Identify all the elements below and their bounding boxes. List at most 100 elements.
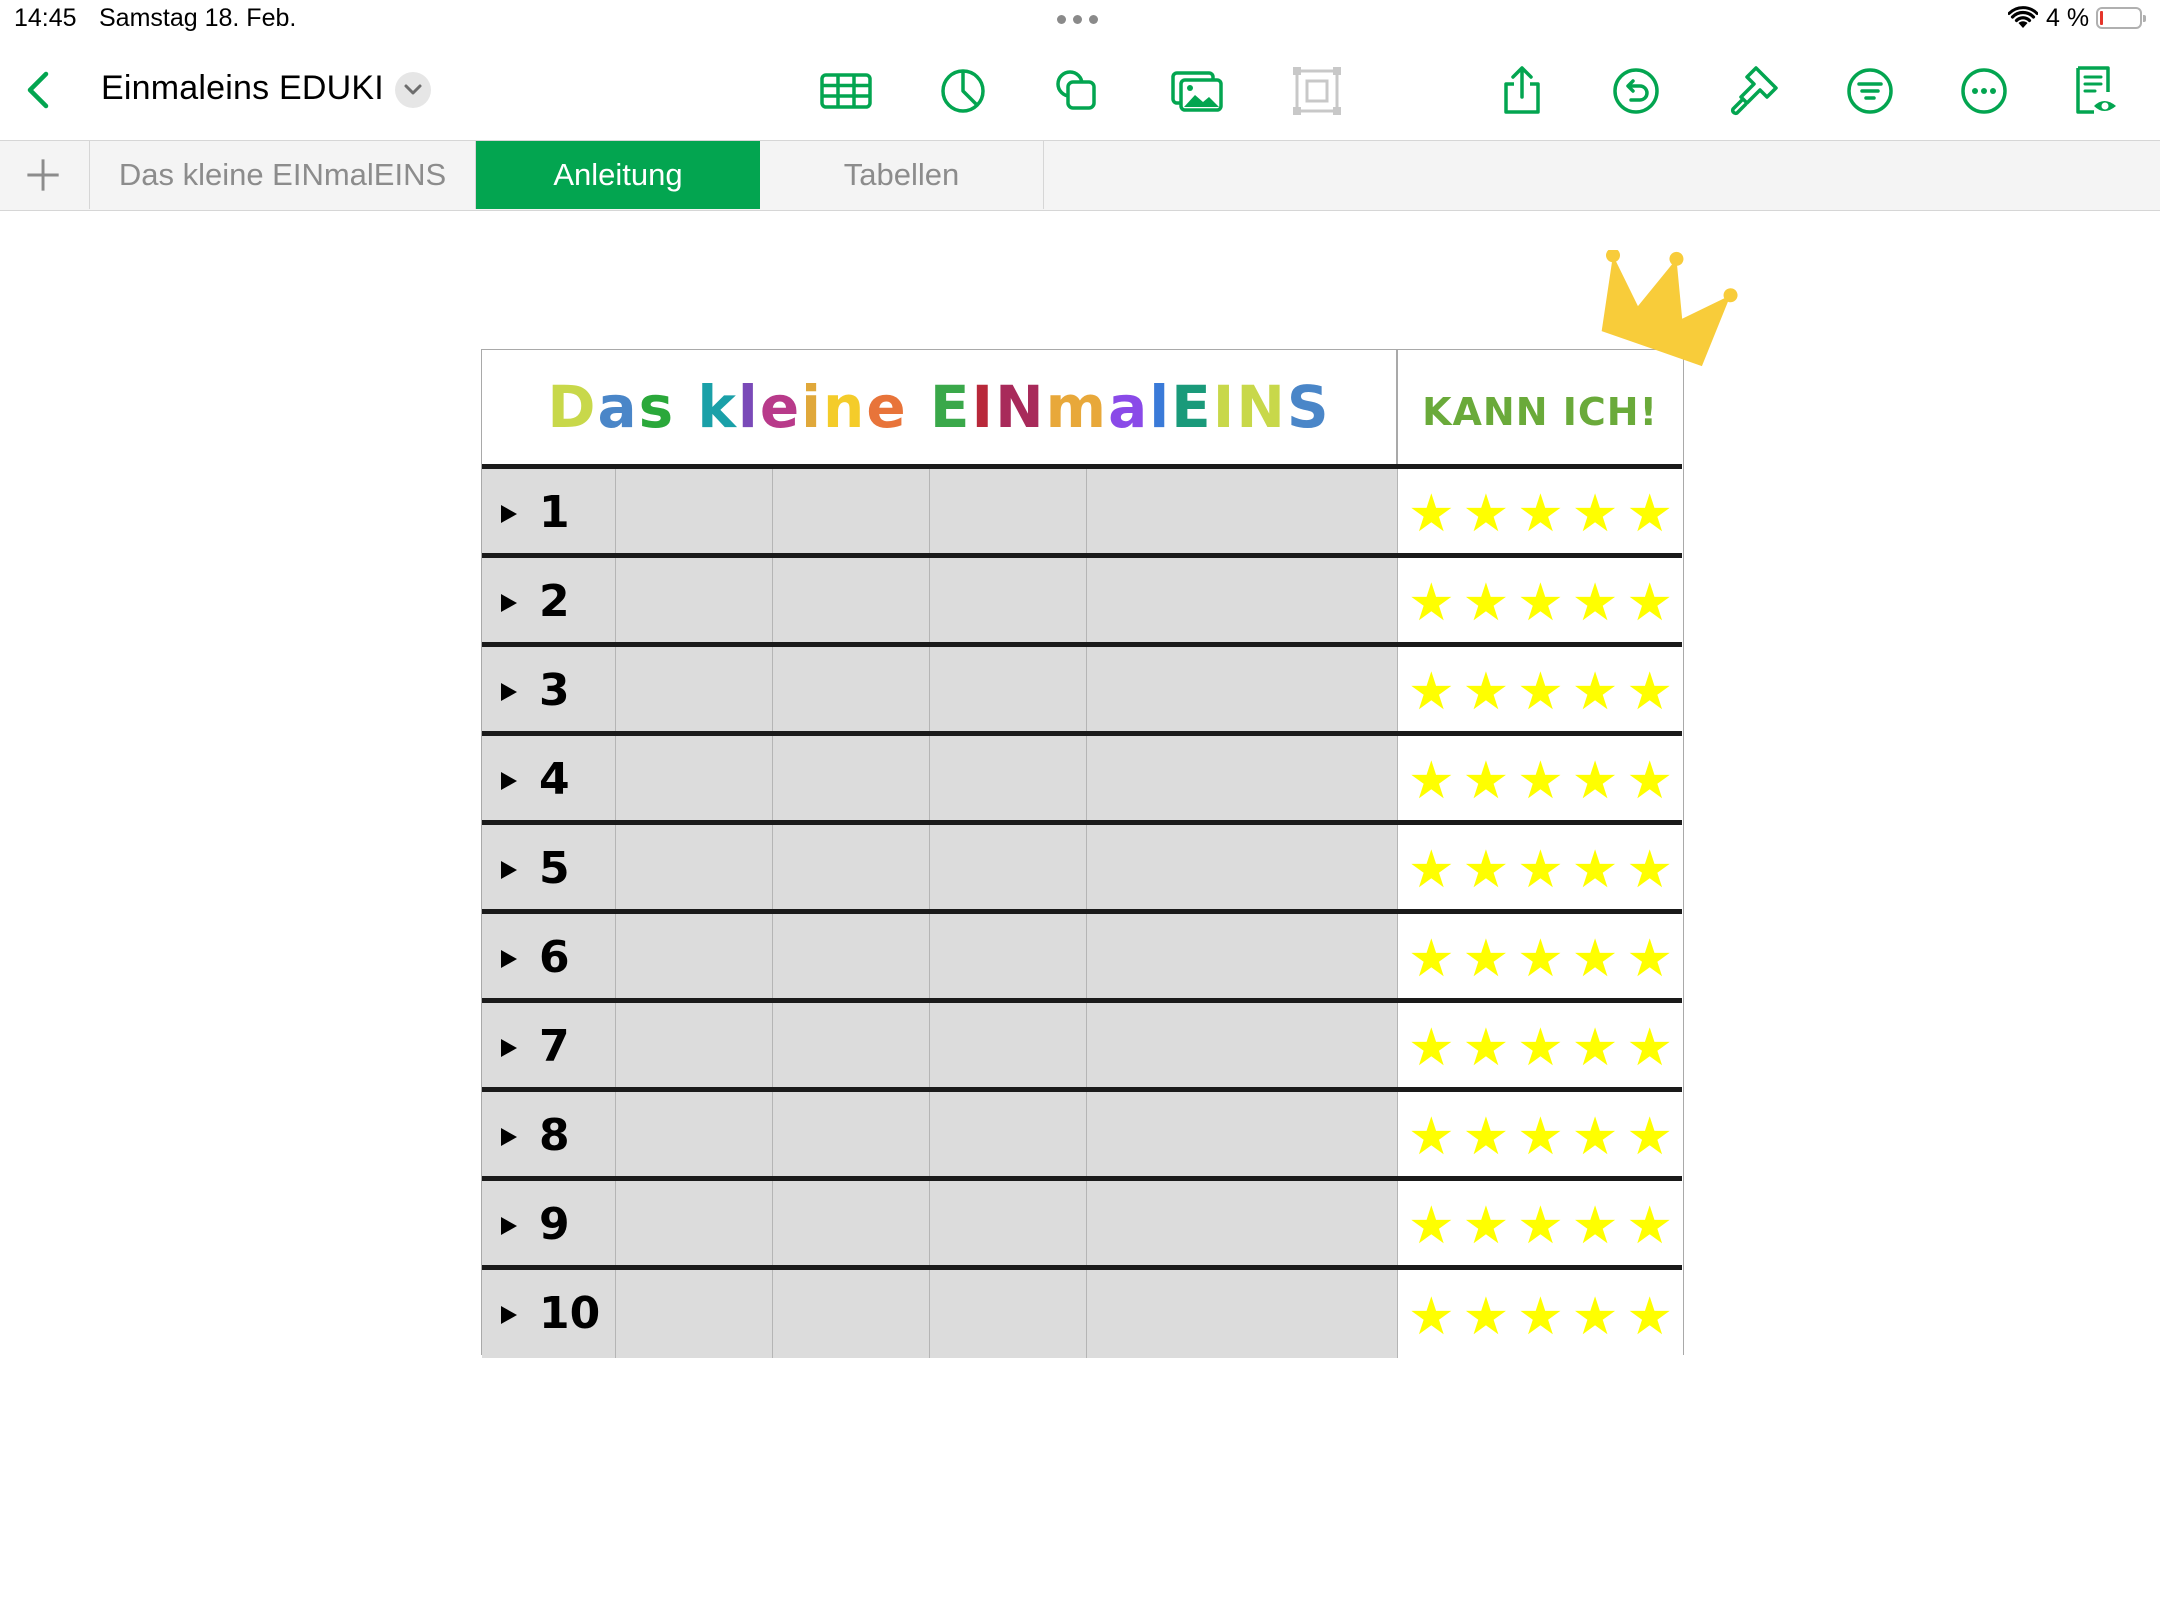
star-icon[interactable]: ★ — [1626, 1200, 1673, 1252]
star-rating-cell[interactable]: ★ ★ ★ ★ ★ — [1398, 1181, 1683, 1265]
star-icon[interactable]: ★ — [1463, 844, 1510, 896]
answer-cell[interactable] — [616, 1092, 773, 1176]
answer-cell[interactable] — [773, 1092, 930, 1176]
answer-cell[interactable] — [930, 647, 1087, 731]
star-icon[interactable]: ★ — [1572, 755, 1619, 807]
answer-cell[interactable] — [773, 1181, 930, 1265]
answer-cell[interactable] — [930, 1270, 1087, 1358]
chart-icon[interactable] — [936, 64, 990, 118]
row-label-cell[interactable]: 3 — [482, 647, 616, 731]
add-sheet-button[interactable] — [0, 141, 90, 209]
answer-cell[interactable] — [1087, 914, 1244, 998]
answer-cell[interactable] — [773, 825, 930, 909]
answer-cell[interactable] — [1242, 1270, 1398, 1358]
star-icon[interactable]: ★ — [1572, 844, 1619, 896]
star-rating-cell[interactable]: ★ ★ ★ ★ ★ — [1398, 647, 1683, 731]
answer-cell[interactable] — [1242, 825, 1398, 909]
answer-cell[interactable] — [773, 647, 930, 731]
star-icon[interactable]: ★ — [1517, 577, 1564, 629]
star-icon[interactable]: ★ — [1517, 488, 1564, 540]
star-rating-cell[interactable]: ★ ★ ★ ★ ★ — [1398, 558, 1683, 642]
star-icon[interactable]: ★ — [1408, 577, 1455, 629]
tab-anleitung[interactable]: Anleitung — [476, 141, 760, 209]
organize-icon[interactable] — [1843, 64, 1897, 118]
chevron-left-icon[interactable] — [18, 68, 58, 112]
star-icon[interactable]: ★ — [1626, 488, 1673, 540]
answer-cell[interactable] — [1087, 825, 1244, 909]
star-icon[interactable]: ★ — [1463, 933, 1510, 985]
answer-cell[interactable] — [1242, 1003, 1398, 1087]
answer-cell[interactable] — [930, 469, 1087, 553]
answer-cell[interactable] — [773, 1270, 930, 1358]
answer-cell[interactable] — [930, 914, 1087, 998]
answer-cell[interactable] — [1087, 647, 1244, 731]
text-box-icon[interactable] — [1290, 64, 1344, 118]
star-icon[interactable]: ★ — [1408, 488, 1455, 540]
star-icon[interactable]: ★ — [1572, 933, 1619, 985]
answer-cell[interactable] — [616, 736, 773, 820]
star-icon[interactable]: ★ — [1408, 844, 1455, 896]
answer-cell[interactable] — [930, 1003, 1087, 1087]
format-brush-icon[interactable] — [1726, 64, 1780, 118]
star-icon[interactable]: ★ — [1572, 1291, 1619, 1343]
answer-cell[interactable] — [773, 1003, 930, 1087]
star-icon[interactable]: ★ — [1517, 666, 1564, 718]
more-icon[interactable] — [1957, 64, 2011, 118]
star-icon[interactable]: ★ — [1517, 933, 1564, 985]
star-icon[interactable]: ★ — [1408, 666, 1455, 718]
star-rating-cell[interactable]: ★ ★ ★ ★ ★ — [1398, 825, 1683, 909]
row-label-cell[interactable]: 9 — [482, 1181, 616, 1265]
row-label-cell[interactable]: 6 — [482, 914, 616, 998]
star-icon[interactable]: ★ — [1572, 1111, 1619, 1163]
star-icon[interactable]: ★ — [1626, 1291, 1673, 1343]
star-rating-cell[interactable]: ★ ★ ★ ★ ★ — [1398, 1003, 1683, 1087]
answer-cell[interactable] — [1242, 1181, 1398, 1265]
star-icon[interactable]: ★ — [1572, 577, 1619, 629]
row-label-cell[interactable]: 1 — [482, 469, 616, 553]
star-icon[interactable]: ★ — [1626, 755, 1673, 807]
answer-cell[interactable] — [1242, 1092, 1398, 1176]
star-icon[interactable]: ★ — [1408, 1022, 1455, 1074]
answer-cell[interactable] — [616, 1003, 773, 1087]
star-rating-cell[interactable]: ★ ★ ★ ★ ★ — [1398, 1270, 1683, 1358]
answer-cell[interactable] — [773, 469, 930, 553]
star-icon[interactable]: ★ — [1572, 666, 1619, 718]
multitask-dots-icon[interactable] — [1057, 15, 1101, 25]
star-rating-cell[interactable]: ★ ★ ★ ★ ★ — [1398, 736, 1683, 820]
star-icon[interactable]: ★ — [1626, 577, 1673, 629]
media-icon[interactable] — [1170, 64, 1224, 118]
answer-cell[interactable] — [1087, 469, 1244, 553]
row-label-cell[interactable]: 2 — [482, 558, 616, 642]
star-rating-cell[interactable]: ★ ★ ★ ★ ★ — [1398, 469, 1683, 553]
star-icon[interactable]: ★ — [1517, 755, 1564, 807]
answer-cell[interactable] — [616, 1270, 773, 1358]
answer-cell[interactable] — [616, 469, 773, 553]
star-icon[interactable]: ★ — [1517, 1291, 1564, 1343]
star-icon[interactable]: ★ — [1463, 1022, 1510, 1074]
answer-cell[interactable] — [1087, 558, 1244, 642]
star-icon[interactable]: ★ — [1626, 844, 1673, 896]
tab-tabellen[interactable]: Tabellen — [760, 141, 1044, 209]
star-icon[interactable]: ★ — [1408, 1200, 1455, 1252]
row-label-cell[interactable]: 5 — [482, 825, 616, 909]
star-icon[interactable]: ★ — [1463, 755, 1510, 807]
answer-cell[interactable] — [930, 825, 1087, 909]
answer-cell[interactable] — [930, 558, 1087, 642]
answer-cell[interactable] — [1242, 914, 1398, 998]
star-rating-cell[interactable]: ★ ★ ★ ★ ★ — [1398, 1092, 1683, 1176]
tab-das-kleine-einmaleins[interactable]: Das kleine EINmalEINS — [90, 141, 476, 209]
star-icon[interactable]: ★ — [1626, 1022, 1673, 1074]
answer-cell[interactable] — [930, 736, 1087, 820]
answer-cell[interactable] — [773, 558, 930, 642]
table-icon[interactable] — [819, 64, 873, 118]
answer-cell[interactable] — [1242, 469, 1398, 553]
undo-icon[interactable] — [1609, 64, 1663, 118]
star-icon[interactable]: ★ — [1463, 1200, 1510, 1252]
einmaleins-worksheet[interactable]: Das kleine EINmalEINS KANN ICH! 1 ★ ★ ★ ★ ★ 2 ★… — [481, 349, 1684, 1358]
star-icon[interactable]: ★ — [1408, 933, 1455, 985]
title-menu-button[interactable] — [395, 72, 431, 108]
shape-icon[interactable] — [1050, 64, 1104, 118]
star-icon[interactable]: ★ — [1463, 488, 1510, 540]
answer-cell[interactable] — [773, 914, 930, 998]
answer-cell[interactable] — [1087, 1003, 1244, 1087]
